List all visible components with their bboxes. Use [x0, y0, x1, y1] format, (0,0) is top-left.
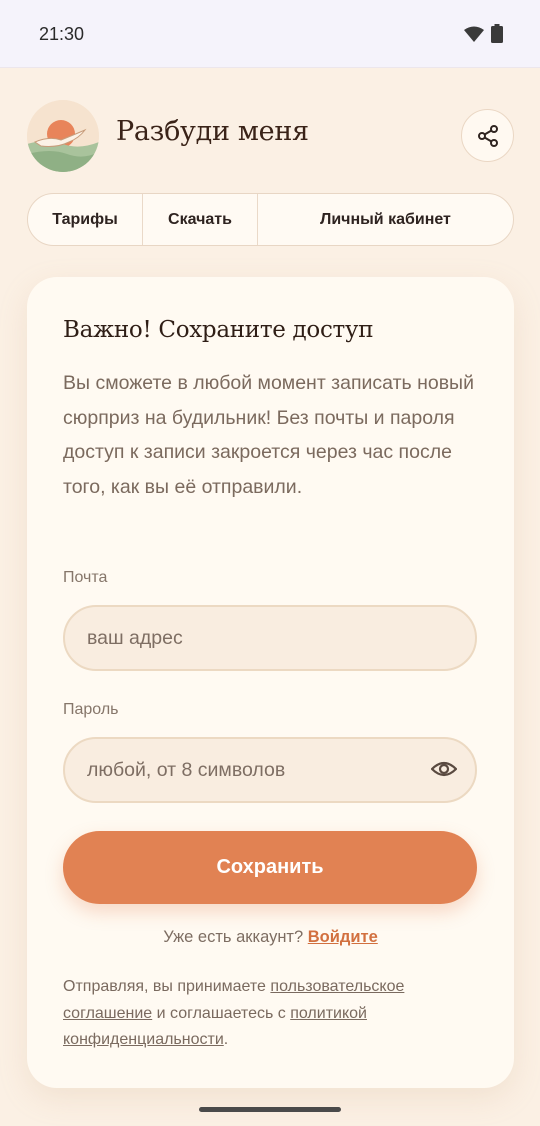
login-prompt-text: Уже есть аккаунт? — [163, 928, 304, 946]
card-description: Вы сможете в любой момент записать новый… — [63, 372, 474, 498]
card-title: Важно! Сохраните доступ — [63, 317, 374, 343]
app-title: Разбуди меня — [116, 116, 309, 147]
nav-personal-account[interactable]: Личный кабинет — [258, 194, 513, 245]
eye-icon[interactable] — [431, 759, 457, 779]
save-access-card: Важно! Сохраните доступ Вы сможете в люб… — [27, 277, 514, 1088]
password-label: Пароль — [63, 701, 119, 718]
password-field[interactable] — [87, 758, 387, 782]
legal-suffix: . — [223, 1031, 229, 1048]
nav-download[interactable]: Скачать — [143, 194, 258, 245]
home-indicator[interactable] — [199, 1107, 341, 1112]
battery-icon — [491, 24, 503, 43]
share-button[interactable] — [461, 109, 514, 162]
login-link[interactable]: Войдите — [308, 928, 378, 946]
save-button[interactable]: Сохранить — [63, 831, 477, 904]
legal-prefix: Отправляя, вы принимаете — [63, 978, 271, 995]
email-field[interactable] — [87, 626, 387, 650]
header: Разбуди меня — [0, 68, 540, 193]
login-prompt: Уже есть аккаунт? Войдите — [27, 928, 514, 947]
email-field-wrapper — [63, 605, 477, 671]
status-bar: 21:30 — [0, 0, 540, 68]
email-label: Почта — [63, 569, 108, 586]
main-nav: Тарифы Скачать Личный кабинет — [27, 193, 514, 246]
status-time: 21:30 — [39, 24, 85, 44]
app-logo — [27, 100, 99, 172]
legal-notice: Отправляя, вы принимаете пользовательско… — [63, 974, 483, 1054]
share-icon — [477, 124, 498, 147]
wifi-icon — [464, 26, 484, 42]
legal-middle: и соглашаетесь с — [152, 1004, 291, 1022]
password-field-wrapper — [63, 737, 477, 803]
nav-tariffs[interactable]: Тарифы — [28, 194, 143, 245]
